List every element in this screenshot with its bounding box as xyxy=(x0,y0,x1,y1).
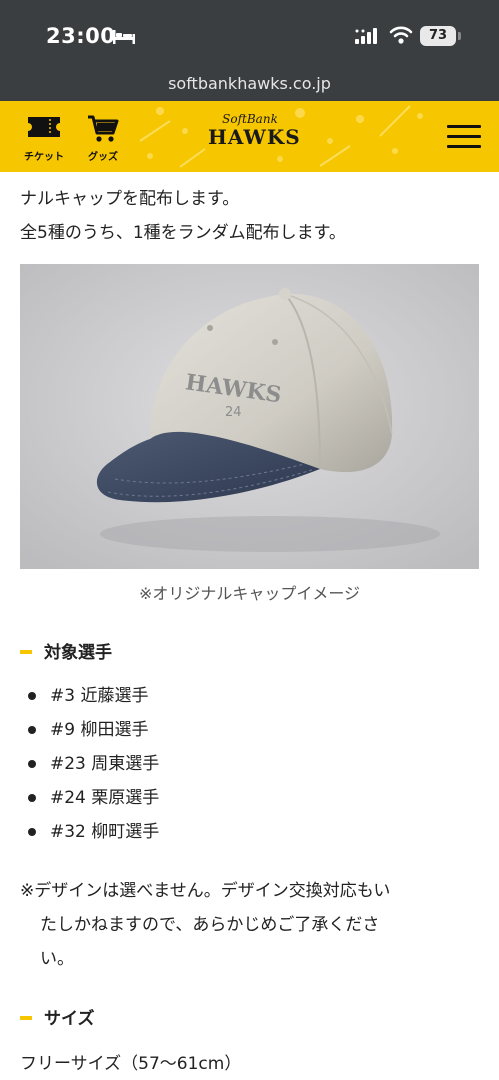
bed-icon xyxy=(113,30,135,44)
cap-product-image: HAWKS 24 xyxy=(20,264,479,569)
list-item: #32 柳町選手 xyxy=(24,819,159,853)
player-name: #23 周東選手 xyxy=(50,754,160,774)
cart-icon xyxy=(88,115,119,142)
ticket-button[interactable]: チケット xyxy=(16,101,72,172)
battery-tip xyxy=(458,32,461,40)
goods-label: グッズ xyxy=(88,152,118,163)
note-line-3: い。 xyxy=(40,949,74,969)
url-bar[interactable]: softbankhawks.co.jp xyxy=(0,74,499,93)
signal-icon xyxy=(355,28,377,44)
list-item: #3 近藤選手 xyxy=(24,683,159,717)
bullet xyxy=(28,692,36,700)
bullet xyxy=(28,794,36,802)
section-title-players-text: 対象選手 xyxy=(44,643,112,663)
list-item: #24 栗原選手 xyxy=(24,785,159,819)
menu-bar-middle xyxy=(447,135,481,138)
bullet xyxy=(28,760,36,768)
hamburger-menu-icon[interactable] xyxy=(447,123,481,151)
size-text: フリーサイズ（57〜61cm） xyxy=(20,1054,242,1074)
list-item: #9 柳田選手 xyxy=(24,717,159,751)
design-note: ※デザインは選べません。デザイン交換対応もい たしかねますので、あらかじめご了承… xyxy=(20,874,480,976)
player-name: #32 柳町選手 xyxy=(50,822,160,842)
intro-line-2: 全5種のうち、1種をランダム配布します。 xyxy=(20,223,346,243)
section-title-size-text: サイズ xyxy=(44,1009,95,1029)
image-caption: ※オリジナルキャップイメージ xyxy=(138,584,361,603)
goods-button[interactable]: グッズ xyxy=(78,101,128,172)
battery-icon: 73 xyxy=(420,26,456,46)
menu-bar-top xyxy=(447,125,481,128)
section-title-size: サイズ xyxy=(20,1004,95,1029)
section-marker xyxy=(20,649,32,654)
intro-line-1: ナルキャップを配布します。 xyxy=(20,189,240,209)
player-name: #9 柳田選手 xyxy=(50,720,149,740)
site-logo[interactable]: SoftBank HAWKS xyxy=(208,113,301,161)
bullet xyxy=(28,726,36,734)
note-line-2: たしかねますので、あらかじめご了承くださ xyxy=(40,915,380,935)
player-name: #3 近藤選手 xyxy=(50,686,149,706)
player-list: #3 近藤選手 #9 柳田選手 #23 周東選手 #24 栗原選手 #32 柳町… xyxy=(24,683,159,853)
svg-text:24: 24 xyxy=(225,405,242,420)
status-time: 23:00 xyxy=(46,24,116,48)
ticket-icon xyxy=(28,117,60,137)
section-title-players: 対象選手 xyxy=(20,638,112,663)
player-name: #24 栗原選手 xyxy=(50,788,160,808)
wifi-icon xyxy=(389,26,413,44)
logo-main-text: HAWKS xyxy=(208,125,301,149)
section-marker xyxy=(20,1015,32,1020)
ticket-label: チケット xyxy=(24,152,64,163)
list-item: #23 周東選手 xyxy=(24,751,159,785)
note-line-1: ※デザインは選べません。デザイン交換対応もい xyxy=(20,881,391,901)
menu-bar-bottom xyxy=(447,145,481,148)
cap-illustration: HAWKS 24 xyxy=(20,264,479,569)
bullet xyxy=(28,828,36,836)
